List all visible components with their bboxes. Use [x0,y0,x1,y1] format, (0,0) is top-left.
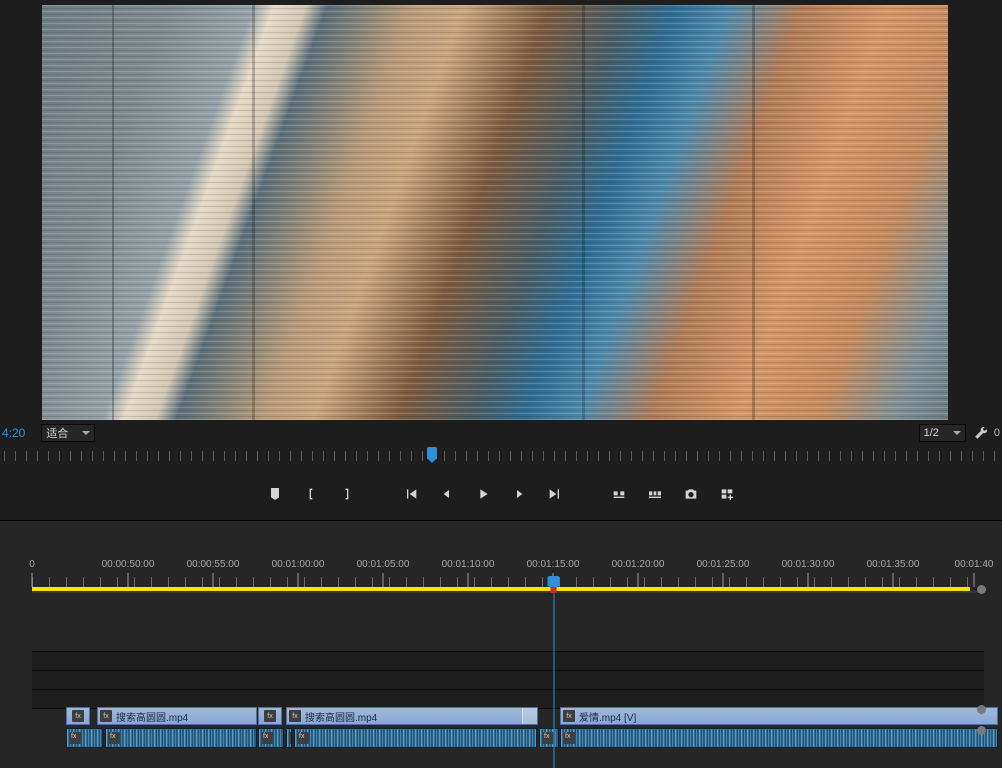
ruler-label: 00:01:40 [955,559,994,570]
plus-grid-icon [719,486,735,502]
step-back-icon [439,486,455,502]
lift-icon [611,486,627,502]
go-to-out-button[interactable] [546,485,564,503]
chevron-down-icon [82,431,90,435]
fx-badge-icon [264,710,276,722]
step-back-button[interactable] [438,485,456,503]
go-out-icon [547,486,563,502]
ruler-label: 0 [29,559,35,570]
play-icon [475,486,491,502]
audio-track-a1[interactable] [32,728,984,748]
go-in-icon [403,486,419,502]
fx-badge-icon [289,710,301,722]
extract-button[interactable] [646,485,664,503]
transition-handle[interactable] [522,708,537,724]
clip-name: 搜索高圆圆.mp4 [305,709,377,724]
overflow-indicator: 0 [994,427,1000,439]
scrub-ticks [4,451,998,461]
monitor-scrub-ruler[interactable] [0,446,1002,462]
track-v2[interactable] [32,670,984,690]
video-clip-stub[interactable] [258,707,282,725]
clip-name: 爱情.mp4 [V] [579,709,636,724]
ruler-label: 00:01:35:00 [867,559,920,570]
video-clip-stub[interactable] [66,707,90,725]
audio-clip[interactable] [560,728,998,748]
ruler-label: 00:01:25:00 [697,559,750,570]
timeline-ticks [32,577,984,587]
step-fwd-icon [511,486,527,502]
video-clip[interactable]: 搜索高圆圆.mp4 [286,707,538,725]
fx-badge-icon [261,732,273,744]
lift-button[interactable] [610,485,628,503]
audio-clip[interactable] [286,728,292,748]
extract-icon [647,486,663,502]
play-button[interactable] [474,485,492,503]
work-area-track [32,591,984,593]
audio-clip[interactable] [66,728,103,748]
bracket-right-icon [339,486,355,502]
fx-badge-icon [297,732,309,744]
timeline-panel: 0 00:00:50:00 00:00:55:00 00:01:00:00 00:01:… [0,520,1002,768]
work-area-handle-right[interactable] [977,585,986,594]
go-to-in-button[interactable] [402,485,420,503]
fx-badge-icon [563,710,575,722]
step-forward-button[interactable] [510,485,528,503]
chevron-down-icon [953,431,961,435]
add-marker-button[interactable] [266,485,284,503]
audio-track-toggle[interactable] [977,726,986,735]
audio-clip[interactable] [105,728,257,748]
export-frame-button[interactable] [682,485,700,503]
fx-badge-icon [563,732,575,744]
audio-clip[interactable] [258,728,284,748]
zoom-fit-dropdown[interactable]: 适合 [41,424,95,442]
timeline-ruler[interactable]: 0 00:00:50:00 00:00:55:00 00:01:00:00 00:01:… [32,559,984,587]
video-track-toggle[interactable] [977,705,986,714]
fx-badge-icon [69,732,81,744]
fx-badge-icon [100,710,112,722]
marker-icon [267,486,283,502]
track-v1-upper[interactable] [32,689,984,709]
ruler-label: 00:01:15:00 [527,559,580,570]
audio-clip[interactable] [294,728,537,748]
playhead-head-icon [548,576,560,586]
zoom-fit-label: 适合 [46,425,68,441]
current-timecode[interactable]: 4:20 [0,426,25,440]
mark-in-button[interactable] [302,485,320,503]
mark-out-button[interactable] [338,485,356,503]
monitor-playhead[interactable] [427,447,437,459]
fx-badge-icon [289,732,292,744]
program-monitor [42,5,948,420]
video-track-v1[interactable]: 搜索高圆圆.mp4 搜索高圆圆.mp4 爱情.mp4 [V] [32,707,984,725]
video-clip[interactable]: 搜索高圆圆.mp4 [97,707,257,725]
video-clip[interactable]: 爱情.mp4 [V] [560,707,998,725]
camera-icon [683,486,699,502]
playback-resolution-label: 1/2 [924,427,939,439]
audio-clip[interactable] [539,728,559,748]
button-editor-button[interactable] [718,485,736,503]
wrench-icon [974,426,988,440]
video-frame[interactable] [42,5,948,420]
ruler-label: 00:01:30:00 [782,559,835,570]
playback-resolution-dropdown[interactable]: 1/2 [919,424,966,442]
ruler-label: 00:00:55:00 [187,559,240,570]
ruler-label: 00:01:20:00 [612,559,665,570]
ruler-label: 00:01:10:00 [442,559,495,570]
ruler-label: 00:01:00:00 [272,559,325,570]
timeline-playhead[interactable] [554,576,555,768]
monitor-toolbar: 4:20 适合 1/2 0 [0,423,1002,443]
ruler-label: 00:00:50:00 [102,559,155,570]
bracket-left-icon [303,486,319,502]
playhead-indicator-icon [551,587,557,593]
settings-button[interactable] [972,424,990,442]
track-v3[interactable] [32,651,984,671]
fx-badge-icon [108,732,120,744]
transport-controls [0,480,1002,508]
fx-badge-icon [542,732,554,744]
fx-badge-icon [72,710,84,722]
clip-name: 搜索高圆圆.mp4 [116,709,188,724]
ruler-label: 00:01:05:00 [357,559,410,570]
